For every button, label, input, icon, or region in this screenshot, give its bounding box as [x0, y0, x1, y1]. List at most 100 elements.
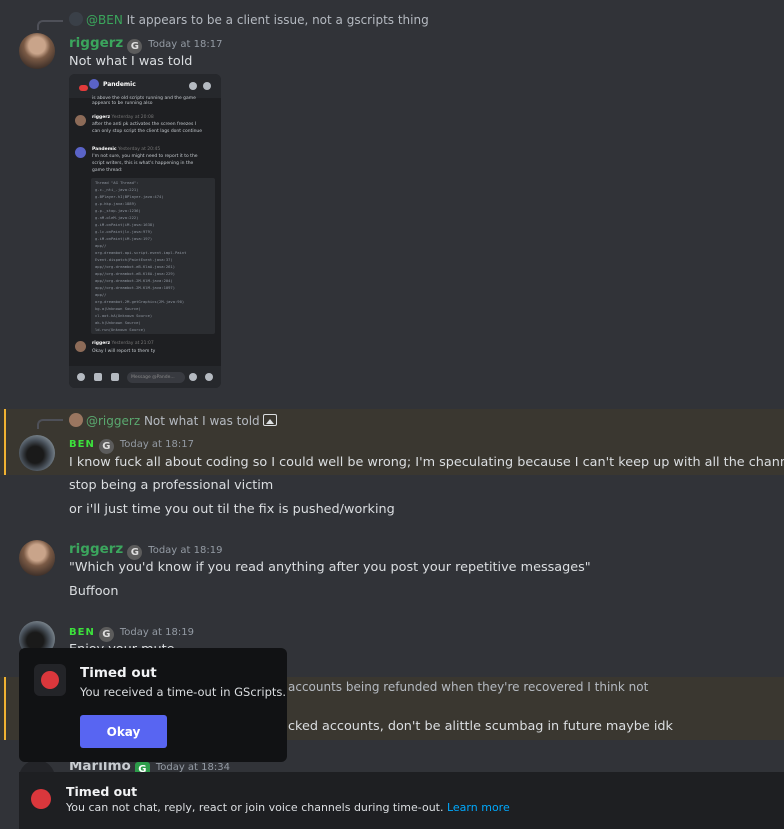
- reply-preview[interactable]: accounts being refunded when they're rec…: [288, 680, 648, 694]
- author-name[interactable]: BEN: [69, 627, 95, 638]
- code-line: g.lc.onPaint(lc.java:979): [95, 229, 153, 234]
- image-attachment[interactable]: Pandemic is above the old scripts runnin…: [69, 74, 221, 388]
- modal-title: Timed out: [80, 665, 157, 681]
- screenshot-avatar: [75, 115, 86, 126]
- reply-text: It appears to be a client issue, not a g…: [126, 13, 429, 27]
- message-header: riggerz G Today at 18:17: [69, 35, 222, 54]
- g-badge-icon: G: [127, 545, 143, 560]
- reply-avatar: [69, 413, 83, 427]
- screenshot-msg4-text: Okay I will report to them ty: [92, 349, 156, 354]
- code-line: g.p._stop.java:1236): [95, 208, 141, 213]
- code-line: app//org.dreambot.eB.Kl6A.java:229): [95, 271, 176, 276]
- avatar[interactable]: [19, 33, 55, 69]
- phone-icon: [189, 82, 197, 90]
- notice-message: You can not chat, reply, react or join v…: [66, 801, 444, 814]
- learn-more-link[interactable]: Learn more: [447, 801, 510, 814]
- reply-preview[interactable]: @BEN It appears to be a client issue, no…: [69, 12, 429, 27]
- code-line: app//org.dreambot.eB.KlaA.java:261): [95, 264, 176, 269]
- code-line: g.c._nti_.java:221): [95, 187, 139, 192]
- code-line: cl.aot.hA(Unknown Source): [95, 313, 153, 318]
- message-text: "Which you'd know if you read anything a…: [69, 560, 591, 575]
- code-line: g.nM.oleM.java:222): [95, 215, 139, 220]
- code-line: g.p.hkp.java:1889): [95, 201, 137, 206]
- timestamp: Today at 18:19: [119, 627, 194, 638]
- message-ben-1: @riggerz Not what I was told BEN G Today a…: [0, 409, 784, 475]
- code-line: g.iM.onPaint(iM.java:197): [95, 236, 153, 241]
- timestamp: Today at 18:34: [155, 762, 230, 772]
- message-riggerz-1: @BEN It appears to be a client issue, no…: [0, 0, 784, 400]
- message-text: Buffoon: [69, 584, 119, 599]
- timestamp: Today at 18:19: [148, 545, 223, 556]
- screenshot-msg2-line: can only stop script the client lags don…: [92, 129, 203, 134]
- screenshot-channel-name: Pandemic: [103, 81, 136, 88]
- author-name[interactable]: BEN: [69, 439, 95, 450]
- screenshot-msg2-author: riggerz Yesterday at 20:08: [92, 115, 154, 120]
- code-line: Event.dispatch(PaintEvent.java:37): [95, 257, 173, 262]
- screenshot-msg1: is above the old scripts running and the…: [92, 96, 196, 106]
- screenshot-input-bar: Message @Pande...: [69, 366, 221, 388]
- code-line: org.dreambot.api.script.event.impl.Paint: [95, 250, 187, 255]
- video-icon: [203, 82, 211, 90]
- okay-button[interactable]: Okay: [80, 715, 167, 748]
- message-header: riggerz G Today at 18:19: [69, 541, 222, 560]
- code-line: app//: [95, 292, 107, 297]
- screenshot-avatar: [75, 147, 86, 158]
- modal-text: You received a time-out in GScripts.: [80, 685, 287, 699]
- g-badge-icon: G: [134, 762, 150, 772]
- g-badge-icon: G: [98, 627, 114, 642]
- reply-connector: [37, 20, 63, 30]
- timeout-modal: Timed out You received a time-out in GSc…: [19, 648, 287, 762]
- reply-avatar: [69, 12, 83, 26]
- code-line: ak.h(Unknown Source): [95, 320, 141, 325]
- screenshot-header: Pandemic: [69, 74, 221, 98]
- code-line: app//org.dreambot.2M.KlM.java:204): [95, 278, 173, 283]
- reply-mention[interactable]: @riggerz: [86, 414, 140, 428]
- avatar[interactable]: [19, 540, 55, 576]
- timeout-notice: Timed out You can not chat, reply, react…: [19, 772, 784, 829]
- message-header: BEN G Today at 18:19: [69, 623, 194, 642]
- reply-connector: [37, 419, 63, 429]
- emoji-icon: [189, 373, 197, 381]
- timeout-clock-icon: [31, 789, 51, 809]
- image-attachment-icon: [262, 414, 277, 426]
- code-line: Thread "AG Thread":: [95, 180, 139, 185]
- notice-title: Timed out: [66, 784, 138, 799]
- mic-icon: [205, 373, 213, 381]
- reply-mention[interactable]: @BEN: [86, 13, 123, 27]
- notification-badge: [79, 85, 88, 91]
- message-header: BEN G Today at 18:17: [69, 435, 194, 454]
- plus-icon: [77, 373, 85, 381]
- avatar[interactable]: [19, 435, 55, 471]
- author-name[interactable]: riggerz: [69, 35, 123, 51]
- code-line: org.dreambot.2M.getGraphics(2M.java:90): [95, 299, 185, 304]
- author-name[interactable]: riggerz: [69, 541, 123, 557]
- screenshot-msg3-line: script writers, this is what's happening…: [92, 161, 194, 166]
- code-line: ld.run(Unknown Source): [95, 327, 146, 332]
- screenshot-avatar: [75, 341, 86, 352]
- g-badge-icon: G: [127, 39, 143, 54]
- screenshot-code-block: Thread "AG Thread": g.c._nti_.java:221) …: [91, 178, 215, 334]
- code-line: g.BPlayer.hI(BPlayer.java:474): [95, 194, 164, 199]
- screenshot-msg4-author: riggerz Yesterday at 21:07: [92, 341, 154, 346]
- timestamp: Today at 18:17: [119, 439, 194, 450]
- message-text: stop being a professional victim: [69, 478, 274, 493]
- gift-icon: [94, 373, 102, 381]
- g-badge-icon: G: [98, 439, 114, 454]
- sticker-icon: [111, 373, 119, 381]
- screenshot-avatar: [89, 79, 99, 89]
- message-text: cked accounts, don't be alittle scumbag …: [288, 719, 673, 734]
- reply-preview[interactable]: @riggerz Not what I was told: [69, 413, 277, 428]
- notice-text: You can not chat, reply, react or join v…: [66, 801, 510, 814]
- screenshot-message-input: Message @Pande...: [127, 372, 185, 383]
- reply-text: Not what I was told: [143, 414, 260, 428]
- code-line: kg.a(Unknown Source): [95, 306, 141, 311]
- code-line: app//: [95, 243, 107, 248]
- screenshot-msg3-author: Pandemic Yesterday at 20:45: [92, 147, 161, 152]
- message-riggerz-2: riggerz G Today at 18:19 "Which you'd know…: [0, 536, 784, 606]
- code-line: g.iM.onPaint(iM.java:1638): [95, 222, 155, 227]
- message-text: Not what I was told: [69, 54, 193, 69]
- message-text: I know fuck all about coding so I could …: [69, 455, 784, 470]
- screenshot-msg3-line: game thread:: [92, 168, 123, 173]
- screenshot-msg2-line: after the anti pk activates the screen f…: [92, 122, 197, 127]
- timeout-clock-icon: [34, 664, 66, 696]
